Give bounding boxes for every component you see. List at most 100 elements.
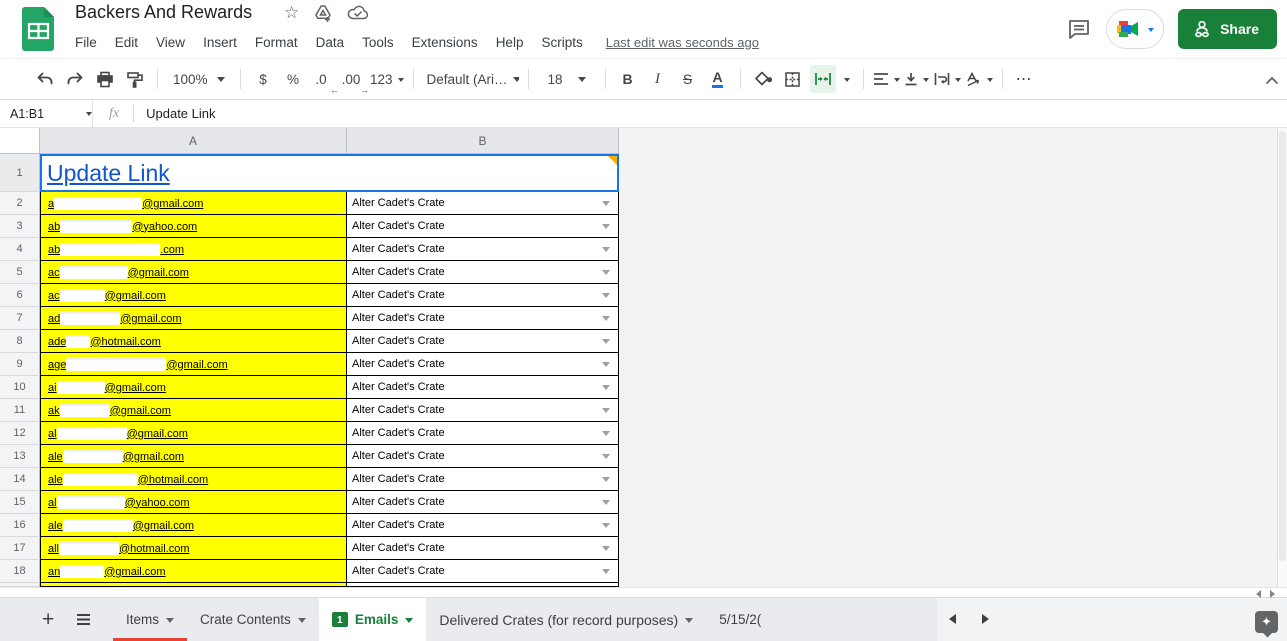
format-currency-button[interactable]: $ — [250, 65, 276, 93]
cell-dropdown-arrow-icon[interactable] — [602, 292, 610, 298]
horizontal-align-button[interactable] — [873, 65, 900, 93]
email-link[interactable]: ab .com — [48, 242, 184, 256]
menu-help[interactable]: Help — [487, 32, 533, 53]
cell-dropdown-arrow-icon[interactable] — [602, 338, 610, 344]
crate-cell[interactable]: Alter Cadet's Crate — [347, 353, 619, 376]
email-cell[interactable]: an @gmail.com — [40, 560, 347, 583]
cell-dropdown-arrow-icon[interactable] — [602, 407, 610, 413]
tab-menu-caret[interactable] — [685, 617, 694, 627]
crate-cell[interactable]: Alter Cadet's Crate — [347, 468, 619, 491]
email-cell[interactable]: ad @gmail.com — [40, 307, 347, 330]
menu-edit[interactable]: Edit — [106, 32, 147, 53]
name-box[interactable]: A1:B1 — [0, 107, 92, 121]
column-header-a[interactable]: A — [40, 128, 347, 154]
email-cell[interactable]: ale @gmail.com — [40, 445, 347, 468]
vertical-align-button[interactable] — [904, 65, 930, 93]
email-cell[interactable]: ab @yahoo.com — [40, 215, 347, 238]
menu-format[interactable]: Format — [246, 32, 307, 53]
email-link[interactable]: ale @gmail.com — [48, 518, 194, 532]
email-link[interactable]: ab @yahoo.com — [48, 219, 197, 233]
sheets-logo-icon[interactable] — [21, 6, 56, 52]
email-cell[interactable]: a @gmail.com — [40, 192, 347, 215]
row-header[interactable]: 10 — [0, 376, 40, 399]
cell-dropdown-arrow-icon[interactable] — [602, 200, 610, 206]
email-link[interactable]: al @yahoo.com — [48, 495, 190, 509]
update-link-hyperlink[interactable]: Update Link — [47, 160, 170, 187]
vertical-scrollbar[interactable] — [1277, 128, 1287, 587]
tab-menu-caret[interactable] — [405, 617, 414, 627]
crate-cell[interactable]: Alter Cadet's Crate — [347, 376, 619, 399]
more-toolbar-button[interactable]: ⋯ — [1012, 65, 1038, 93]
row-header[interactable]: 17 — [0, 537, 40, 560]
sheet-tab-emails[interactable]: 1 Emails — [318, 598, 427, 641]
menu-insert[interactable]: Insert — [194, 32, 246, 53]
row-header[interactable]: 7 — [0, 307, 40, 330]
scroll-left-icon[interactable] — [1252, 590, 1261, 598]
email-link[interactable]: a @gmail.com — [48, 196, 203, 210]
email-link[interactable]: all @hotmail.com — [48, 541, 189, 555]
row-header[interactable]: 16 — [0, 514, 40, 537]
tabs-scroll-right-icon[interactable] — [982, 614, 994, 624]
decrease-decimal-button[interactable]: .0 ← — [310, 65, 339, 96]
row-header[interactable]: 15 — [0, 491, 40, 514]
sheet-tab-items[interactable]: Items — [113, 598, 188, 641]
cell-dropdown-arrow-icon[interactable] — [602, 246, 610, 252]
select-all-corner[interactable] — [0, 128, 40, 154]
increase-decimal-button[interactable]: .00 → — [340, 65, 369, 96]
cell-dropdown-arrow-icon[interactable] — [602, 269, 610, 275]
text-rotation-button[interactable] — [965, 65, 993, 93]
row-header[interactable]: 9 — [0, 353, 40, 376]
row-header[interactable]: 12 — [0, 422, 40, 445]
email-cell[interactable]: all @hotmail.com — [40, 537, 347, 560]
cell-dropdown-arrow-icon[interactable] — [602, 453, 610, 459]
crate-cell[interactable]: Alter Cadet's Crate — [347, 514, 619, 537]
email-link[interactable]: ac @gmail.com — [48, 265, 189, 279]
email-link[interactable]: an @gmail.com — [48, 564, 166, 578]
sheet-tab-5-15-2[interactable]: 5/15/2( — [706, 598, 761, 641]
last-edit-status[interactable]: Last edit was seconds ago — [606, 35, 759, 50]
crate-cell[interactable]: Alter Cadet's Crate — [347, 261, 619, 284]
all-sheets-button[interactable] — [76, 613, 91, 626]
row-header[interactable]: 14 — [0, 468, 40, 491]
sheet-tab-delivered-crates-for-record-purposes[interactable]: Delivered Crates (for record purposes) — [426, 598, 706, 641]
horizontal-scrollbar[interactable] — [0, 587, 1287, 598]
email-link[interactable]: ade @hotmail.com — [48, 334, 161, 348]
formula-input[interactable]: Update Link — [134, 106, 215, 121]
menu-extensions[interactable]: Extensions — [403, 32, 487, 53]
cell-dropdown-arrow-icon[interactable] — [602, 361, 610, 367]
crate-cell[interactable]: Alter Cadet's Crate — [347, 491, 619, 514]
email-link[interactable]: ale @hotmail.com — [48, 472, 208, 486]
email-cell[interactable]: ab .com — [40, 238, 347, 261]
cell-dropdown-arrow-icon[interactable] — [602, 223, 610, 229]
email-cell[interactable]: ale @gmail.com — [40, 514, 347, 537]
email-link[interactable]: age @gmail.com — [48, 357, 228, 371]
email-cell[interactable]: ale @hotmail.com — [40, 468, 347, 491]
selected-merged-cell[interactable]: Update Link — [40, 154, 619, 192]
email-link[interactable]: ai @gmail.com — [48, 380, 166, 394]
cell-dropdown-arrow-icon[interactable] — [602, 522, 610, 528]
move-to-drive-icon[interactable] — [313, 3, 333, 23]
cell-dropdown-arrow-icon[interactable] — [602, 499, 610, 505]
print-button[interactable] — [92, 65, 118, 93]
font-select[interactable]: Default (Ari… — [423, 65, 519, 93]
email-cell[interactable]: ac @gmail.com — [40, 261, 347, 284]
cell-dropdown-arrow-icon[interactable] — [602, 315, 610, 321]
tab-menu-caret[interactable] — [297, 617, 306, 627]
email-cell[interactable]: age @gmail.com — [40, 353, 347, 376]
email-link[interactable]: al @gmail.com — [48, 426, 188, 440]
row-header[interactable]: 5 — [0, 261, 40, 284]
row-header[interactable]: 11 — [0, 399, 40, 422]
row-header[interactable]: 4 — [0, 238, 40, 261]
crate-cell[interactable]: Alter Cadet's Crate — [347, 422, 619, 445]
document-status-cloud-icon[interactable] — [347, 4, 369, 22]
italic-button[interactable]: I — [645, 65, 671, 93]
scroll-right-icon[interactable] — [1270, 590, 1279, 598]
explore-button[interactable]: ✦ — [1255, 611, 1278, 633]
undo-button[interactable] — [32, 65, 58, 93]
redo-button[interactable] — [62, 65, 88, 93]
crate-cell[interactable]: Alter Cadet's Crate — [347, 215, 619, 238]
comment-history-button[interactable] — [1066, 16, 1092, 42]
email-cell[interactable]: ac @gmail.com — [40, 284, 347, 307]
star-icon[interactable]: ☆ — [284, 3, 299, 23]
merge-cells-button[interactable] — [809, 65, 836, 93]
